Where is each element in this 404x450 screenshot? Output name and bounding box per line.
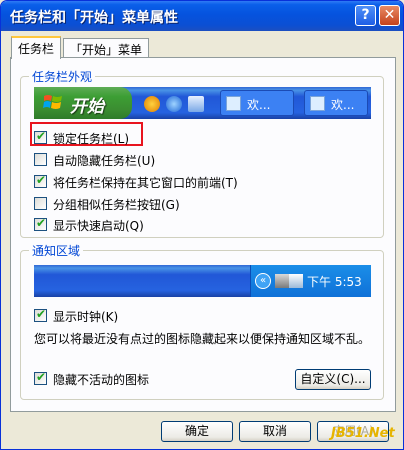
cancel-button[interactable]: 取消	[239, 421, 311, 442]
checkbox-box: ✔	[34, 129, 47, 144]
tray-preview: « 下午 5:53	[34, 265, 371, 297]
checkbox-label: 显示快速启动(Q)	[53, 219, 144, 233]
checkbox-label: 隐藏不活动的图标	[53, 373, 150, 387]
help-button[interactable]: ?	[355, 5, 376, 26]
close-button[interactable]: ✕	[379, 5, 400, 26]
tab-start-menu[interactable]: 「开始」菜单	[63, 38, 150, 58]
task-label-2: 欢...	[331, 98, 355, 112]
group-title-taskbar: 任务栏外观	[29, 68, 96, 85]
document-icon	[226, 96, 241, 111]
network-icon	[275, 274, 289, 288]
site-watermark: JB51.Net	[331, 426, 395, 441]
checkbox-label: 显示时钟(K)	[53, 310, 119, 324]
checkmark-icon: ✔	[36, 307, 47, 321]
checkbox-label: 将任务栏保持在其它窗口的前端(T)	[53, 176, 238, 190]
checkmark-icon: ✔	[36, 129, 47, 143]
notification-description: 您可以将最近没有点过的图标隐藏起来以便保持通知区域不乱。	[34, 332, 371, 346]
task-button-1: 欢...	[220, 90, 294, 116]
checkbox-label: 自动隐藏任务栏(U)	[53, 154, 156, 168]
start-label: 开始	[70, 97, 104, 117]
task-button-2: 欢...	[304, 90, 368, 116]
tab-taskbar[interactable]: 任务栏	[11, 36, 62, 59]
customize-button[interactable]: 自定义(C)...	[295, 369, 371, 390]
checkbox-box: ✔	[34, 370, 47, 385]
start-button-preview: 开始	[34, 87, 132, 119]
internet-explorer-icon	[166, 96, 182, 112]
taskbar-preview: 开始 欢... 欢...	[34, 87, 371, 119]
group-title-notify: 通知区域	[29, 242, 84, 259]
checkbox-box	[34, 197, 47, 210]
task-label-1: 欢...	[247, 98, 271, 112]
checkbox-box	[34, 153, 47, 166]
media-player-icon	[144, 96, 160, 112]
windows-flag-icon	[43, 95, 62, 109]
title-bar[interactable]: 任务栏和「开始」菜单属性 ? ✕	[1, 1, 403, 31]
tray-clock: 下午 5:53	[307, 275, 362, 289]
checkbox-label: 锁定任务栏(L)	[53, 132, 130, 146]
checkmark-icon: ✔	[36, 173, 47, 187]
ok-button[interactable]: 确定	[161, 421, 233, 442]
document-icon	[310, 96, 325, 111]
window-title: 任务栏和「开始」菜单属性	[10, 10, 178, 26]
checkbox-box: ✔	[34, 173, 47, 188]
system-tray: « 下午 5:53	[250, 265, 371, 297]
properties-dialog: 任务栏和「开始」菜单属性 ? ✕ 任务栏 「开始」菜单 任务栏外观 开始 欢..…	[0, 0, 404, 450]
checkbox-label: 分组相似任务栏按钮(G)	[53, 198, 180, 212]
checkmark-icon: ✔	[36, 370, 47, 384]
show-desktop-icon	[188, 96, 204, 112]
volume-icon	[289, 274, 303, 288]
checkbox-box: ✔	[34, 216, 47, 231]
chevron-left-icon: «	[255, 273, 271, 289]
checkmark-icon: ✔	[36, 216, 47, 230]
checkbox-box: ✔	[34, 307, 47, 322]
